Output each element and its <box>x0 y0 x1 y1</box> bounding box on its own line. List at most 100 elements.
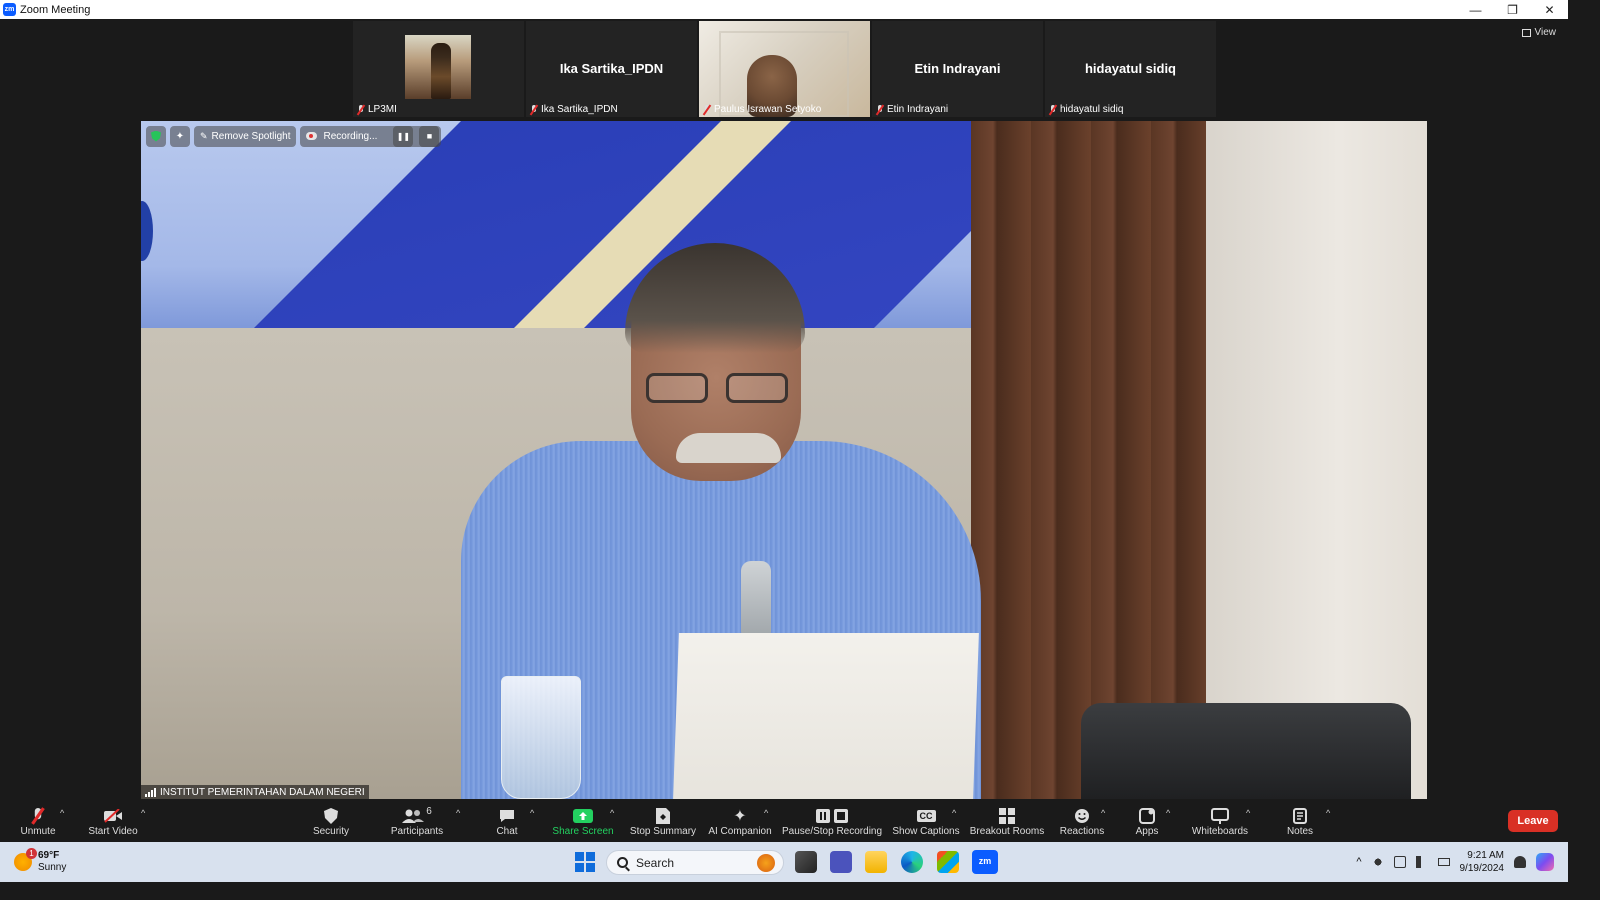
restore-button[interactable]: ❐ <box>1494 0 1531 19</box>
participant-tile-lp3mi[interactable]: LP3MI <box>353 21 524 117</box>
encryption-shield[interactable] <box>146 125 166 147</box>
microphone-icon[interactable] <box>1371 856 1384 868</box>
chat-bubble-icon <box>499 806 515 826</box>
title-bar: zm Zoom Meeting — ❐ ✕ <box>0 0 1568 19</box>
pause-stop-recording-button[interactable]: Pause/Stop Recording <box>782 802 882 840</box>
participant-tile-paulus[interactable]: Paulus Israwan Setyoko <box>699 21 870 117</box>
remove-spotlight-label: Remove Spotlight <box>211 130 291 142</box>
captions-options-chevron-icon[interactable]: ^ <box>952 808 956 818</box>
notes-icon <box>1293 806 1307 826</box>
participant-tile-hidayatul[interactable]: hidayatul sidiq hidayatul sidiq <box>1045 21 1216 117</box>
view-grid-icon <box>1521 28 1531 37</box>
summary-doc-icon <box>656 806 670 826</box>
network-icon[interactable] <box>1393 856 1406 868</box>
zoom-taskbar-icon[interactable]: zm <box>972 850 998 874</box>
participant-name: Paulus Israwan Setyoko <box>714 104 822 115</box>
weather-widget[interactable]: 1 69°F Sunny <box>14 848 66 874</box>
microphone <box>741 561 771 641</box>
participant-center-name: hidayatul sidiq <box>1084 61 1176 76</box>
whiteboards-options-chevron-icon[interactable]: ^ <box>1246 808 1250 818</box>
chat-button[interactable]: Chat <box>492 802 522 840</box>
participant-tile-ika-sartika[interactable]: Ika Sartika_IPDN Ika Sartika_IPDN <box>526 21 697 117</box>
participant-name-tag: Etin Indrayani <box>876 104 948 115</box>
file-explorer-icon[interactable] <box>865 851 887 873</box>
water-glass <box>501 676 581 799</box>
smiley-icon <box>1074 806 1090 826</box>
audio-options-chevron-icon[interactable]: ^ <box>60 808 64 818</box>
speaker-icon[interactable] <box>1415 856 1428 868</box>
search-icon <box>617 857 628 868</box>
start-video-button[interactable]: Start Video <box>86 802 140 840</box>
chat-label: Chat <box>496 826 518 837</box>
meeting-controls-toolbar: Unmute ^ Start Video ^ Security 6 Partic… <box>0 800 1568 842</box>
windows-taskbar: 1 69°F Sunny Search zm ^ 9:21 AM 9/19/20… <box>0 842 1568 882</box>
leave-button[interactable]: Leave <box>1508 810 1558 832</box>
people-icon: 6 <box>402 806 432 826</box>
share-screen-label: Share Screen <box>552 826 614 837</box>
mic-muted-icon <box>703 104 711 115</box>
mic-muted-icon <box>34 806 42 826</box>
mic-muted-icon <box>530 104 538 115</box>
whiteboards-button[interactable]: Whiteboards <box>1189 802 1251 840</box>
taskbar-search[interactable]: Search <box>606 850 784 875</box>
spotlight-video[interactable] <box>141 121 1427 799</box>
task-view-icon[interactable] <box>795 851 817 873</box>
spotlight-toolbar: ✦ ✎ Remove Spotlight Recording... ❚❚ ■ <box>146 125 442 147</box>
notes-button[interactable]: Notes <box>1283 802 1317 840</box>
stop-summary-button[interactable]: Stop Summary <box>628 802 698 840</box>
show-captions-button[interactable]: CC Show Captions <box>891 802 961 840</box>
sun-icon: 1 <box>14 848 37 871</box>
microsoft-store-icon[interactable] <box>937 851 959 873</box>
participants-options-chevron-icon[interactable]: ^ <box>456 808 460 818</box>
windows-start-icon[interactable] <box>575 852 595 872</box>
share-screen-button[interactable]: Share Screen <box>552 802 614 840</box>
ai-options-chevron-icon[interactable]: ^ <box>764 808 768 818</box>
ai-sparkle-button[interactable]: ✦ <box>170 125 190 147</box>
teams-icon[interactable] <box>830 851 852 873</box>
participants-count: 6 <box>426 806 432 817</box>
share-options-chevron-icon[interactable]: ^ <box>610 808 614 818</box>
apps-label: Apps <box>1135 826 1159 837</box>
video-options-chevron-icon[interactable]: ^ <box>141 808 145 818</box>
reactions-options-chevron-icon[interactable]: ^ <box>1101 808 1105 818</box>
notification-badge: 1 <box>26 848 37 859</box>
video-off-icon <box>103 806 123 826</box>
breakout-rooms-button[interactable]: Breakout Rooms <box>970 802 1044 840</box>
breakout-rooms-icon <box>999 806 1015 826</box>
minimize-button[interactable]: — <box>1457 0 1494 19</box>
apps-button[interactable]: Apps <box>1130 802 1164 840</box>
unmute-button[interactable]: Unmute <box>18 802 58 840</box>
reactions-button[interactable]: Reactions <box>1058 802 1106 840</box>
pause-recording-button[interactable]: ❚❚ <box>393 125 414 147</box>
taskbar-clock[interactable]: 9:21 AM 9/19/2024 <box>1460 849 1505 875</box>
shield-icon <box>324 806 338 826</box>
whiteboard-icon <box>1211 806 1229 826</box>
pin-icon: ✎ <box>200 130 208 141</box>
edge-browser-icon[interactable] <box>901 851 923 873</box>
participants-button[interactable]: 6 Participants <box>389 802 445 840</box>
participant-center-name: Ika Sartika_IPDN <box>559 61 664 76</box>
close-button[interactable]: ✕ <box>1531 0 1568 19</box>
participant-tile-etin[interactable]: Etin Indrayani Etin Indrayani <box>872 21 1043 117</box>
stop-recording-button[interactable]: ■ <box>419 125 440 147</box>
participant-center-name: Etin Indrayani <box>914 61 1001 76</box>
remove-spotlight-button[interactable]: ✎ Remove Spotlight <box>194 125 297 147</box>
participant-name: hidayatul sidiq <box>1060 104 1124 115</box>
reactions-label: Reactions <box>1059 826 1105 837</box>
battery-icon[interactable] <box>1437 858 1450 866</box>
chat-options-chevron-icon[interactable]: ^ <box>530 808 534 818</box>
participants-label: Participants <box>390 826 444 837</box>
chevron-up-icon[interactable]: ^ <box>1356 856 1361 868</box>
window-controls: — ❐ ✕ <box>1457 0 1568 19</box>
signal-strength-icon <box>145 787 156 797</box>
view-button[interactable]: View <box>1521 27 1556 38</box>
notification-bell-icon[interactable] <box>1514 856 1526 868</box>
security-button[interactable]: Security <box>311 802 351 840</box>
participant-video <box>405 35 471 99</box>
window-title: Zoom Meeting <box>20 3 91 16</box>
more-options-chevron-icon[interactable]: ^ <box>1326 808 1330 818</box>
search-placeholder: Search <box>636 855 675 870</box>
ai-companion-label: AI Companion <box>708 826 772 837</box>
apps-options-chevron-icon[interactable]: ^ <box>1166 808 1170 818</box>
copilot-icon[interactable] <box>1536 853 1554 871</box>
